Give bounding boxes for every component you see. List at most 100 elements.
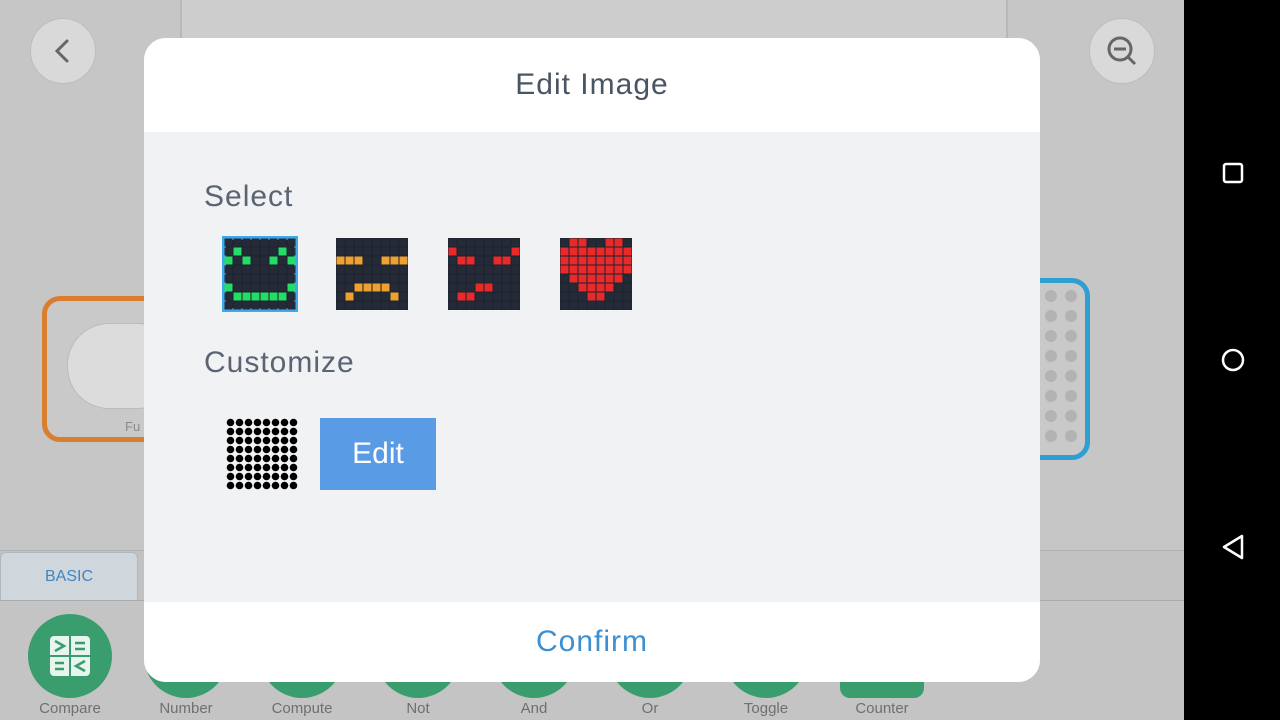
edit-button[interactable]: Edit [320,418,436,490]
palette-label-not: Not [406,700,430,717]
led-pixel [242,256,251,265]
dialog-footer: Confirm [144,602,1040,682]
led-pixel [354,274,363,283]
led-pixel [614,247,623,256]
matrix-dot [271,481,280,490]
edit-image-dialog: Edit Image Select Customize Edit Confirm [144,38,1040,682]
led-pixel [287,247,296,256]
led-pixel [278,283,287,292]
palette-item-compare[interactable] [25,614,115,698]
led-pixel [390,301,399,310]
led-pixel [390,274,399,283]
matrix-dot [289,454,298,463]
triangle-left-icon[interactable] [1220,533,1246,561]
led-pixel [224,301,233,310]
matrix-dot [226,427,235,436]
app-background: Fu BASIC Compare Number Compute Not And … [0,0,1184,720]
led-pixel [269,301,278,310]
led-pixel [502,292,511,301]
led-pixel [448,292,457,301]
led-pixel [466,292,475,301]
led-pixel [623,238,632,247]
dot-matrix-preview-icon[interactable] [226,418,298,490]
led-pixel [511,274,520,283]
led-pixel [269,265,278,274]
led-pixel [372,247,381,256]
led-pixel [260,292,269,301]
led-pixel [233,247,242,256]
led-pixel [466,265,475,274]
led-pixel [614,265,623,274]
led-pixel [336,292,345,301]
led-pixel [502,301,511,310]
neutral-face-icon [336,238,408,310]
preset-neutral[interactable] [336,238,408,310]
led-pixel [448,265,457,274]
led-pixel [345,247,354,256]
matrix-dot [226,463,235,472]
led-pixel [605,301,614,310]
led-pixel [251,274,260,283]
led-pixel [224,238,233,247]
led-pixel [242,265,251,274]
preset-heart[interactable] [560,238,632,310]
led-pixel [457,292,466,301]
preset-angry[interactable] [448,238,520,310]
led-pixel [345,292,354,301]
led-pixel [354,256,363,265]
led-pixel [475,265,484,274]
led-pixel [484,283,493,292]
led-pixel [587,301,596,310]
led-pixel [336,274,345,283]
matrix-dot [262,436,271,445]
matrix-dot [271,436,280,445]
led-pixel [475,283,484,292]
matrix-dot [244,445,253,454]
led-pixel [569,274,578,283]
led-pixel [457,265,466,274]
matrix-dot [280,481,289,490]
matrix-dot [235,445,244,454]
led-pixel [569,292,578,301]
led-pixel [448,283,457,292]
led-pixel [578,238,587,247]
led-pixel [587,247,596,256]
led-pixel [605,292,614,301]
circle-icon[interactable] [1220,347,1246,373]
matrix-dot [262,463,271,472]
led-pixel [511,265,520,274]
led-pixel [399,283,408,292]
led-pixel [502,256,511,265]
matrix-dot [280,418,289,427]
led-pixel [578,247,587,256]
zoom-out-button[interactable] [1089,18,1155,84]
led-pixel [457,256,466,265]
led-pixel [233,292,242,301]
led-pixel [560,247,569,256]
led-pixel [484,301,493,310]
led-pixel [224,283,233,292]
led-pixel [260,247,269,256]
led-pixel [448,301,457,310]
led-pixel [560,274,569,283]
led-pixel [278,238,287,247]
matrix-dot [289,436,298,445]
square-icon[interactable] [1222,162,1244,184]
led-pixel [596,265,605,274]
angry-face-icon [448,238,520,310]
led-pixel [457,301,466,310]
led-pixel [587,283,596,292]
led-pixel [372,283,381,292]
led-pixel [381,256,390,265]
led-pixel [614,292,623,301]
preset-smile[interactable] [222,236,298,312]
led-matrix-dots [1045,290,1077,442]
led-pixel [475,247,484,256]
led-pixel [233,238,242,247]
led-pixel [363,238,372,247]
confirm-button[interactable]: Confirm [536,625,648,659]
led-pixel [354,247,363,256]
tab-basic[interactable]: BASIC [0,552,138,600]
led-pixel [345,238,354,247]
back-button[interactable] [30,18,96,84]
